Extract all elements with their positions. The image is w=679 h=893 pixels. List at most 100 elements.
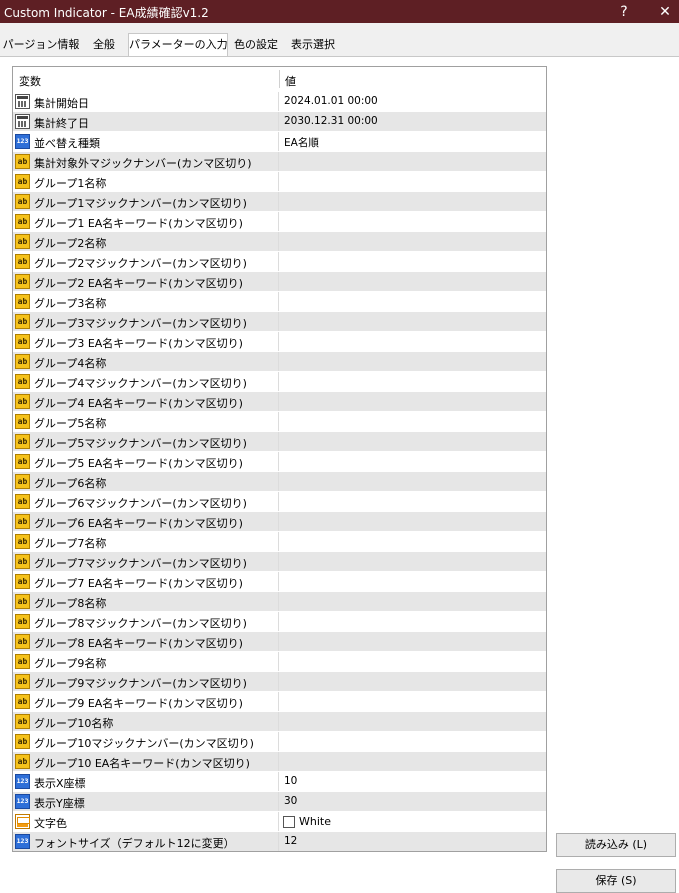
parameter-name-cell[interactable]: ab 集計対象外マジックナンバー(カンマ区切り) bbox=[13, 152, 279, 171]
parameter-name-cell[interactable]: ab グループ9名称 bbox=[13, 652, 279, 671]
parameter-row[interactable]: ab グループ2マジックナンバー(カンマ区切り) bbox=[13, 251, 546, 271]
parameter-row[interactable]: ab グループ10 EA名キーワード(カンマ区切り) bbox=[13, 751, 546, 771]
parameter-row[interactable]: ab グループ9名称 bbox=[13, 651, 546, 671]
parameter-name-cell[interactable]: 123 表示X座標 bbox=[13, 772, 279, 791]
parameter-value-cell[interactable] bbox=[280, 292, 546, 311]
parameter-row[interactable]: ab グループ6名称 bbox=[13, 471, 546, 491]
parameter-name-cell[interactable]: ab グループ7マジックナンバー(カンマ区切り) bbox=[13, 552, 279, 571]
parameter-value-cell[interactable] bbox=[280, 632, 546, 651]
parameter-value-cell[interactable] bbox=[280, 452, 546, 471]
parameter-row[interactable]: 123 表示Y座標 30 bbox=[13, 791, 546, 811]
parameter-value-cell[interactable] bbox=[280, 612, 546, 631]
parameter-value-cell[interactable] bbox=[280, 472, 546, 491]
parameter-value-cell[interactable] bbox=[280, 532, 546, 551]
parameter-value-cell[interactable] bbox=[280, 552, 546, 571]
parameter-value-cell[interactable] bbox=[280, 192, 546, 211]
parameter-value-cell[interactable] bbox=[280, 392, 546, 411]
parameter-row[interactable]: ab グループ4マジックナンバー(カンマ区切り) bbox=[13, 371, 546, 391]
parameter-row[interactable]: ab グループ3マジックナンバー(カンマ区切り) bbox=[13, 311, 546, 331]
parameter-row[interactable]: ab 集計対象外マジックナンバー(カンマ区切り) bbox=[13, 151, 546, 171]
parameter-value-cell[interactable] bbox=[280, 372, 546, 391]
parameter-name-cell[interactable]: ab グループ2マジックナンバー(カンマ区切り) bbox=[13, 252, 279, 271]
parameter-row[interactable]: ab グループ9マジックナンバー(カンマ区切り) bbox=[13, 671, 546, 691]
parameter-name-cell[interactable]: ab グループ7 EA名キーワード(カンマ区切り) bbox=[13, 572, 279, 591]
parameter-value-cell[interactable] bbox=[280, 572, 546, 591]
parameter-name-cell[interactable]: ab グループ5 EA名キーワード(カンマ区切り) bbox=[13, 452, 279, 471]
parameter-value-cell[interactable]: 12 bbox=[280, 832, 546, 851]
parameter-value-cell[interactable] bbox=[280, 352, 546, 371]
parameter-row[interactable]: ab グループ7マジックナンバー(カンマ区切り) bbox=[13, 551, 546, 571]
parameter-row[interactable]: ab グループ2 EA名キーワード(カンマ区切り) bbox=[13, 271, 546, 291]
parameter-name-cell[interactable]: ab グループ2 EA名キーワード(カンマ区切り) bbox=[13, 272, 279, 291]
parameter-row[interactable]: ab グループ10名称 bbox=[13, 711, 546, 731]
parameter-value-cell[interactable] bbox=[280, 752, 546, 771]
color-swatch[interactable] bbox=[283, 816, 295, 828]
parameter-row[interactable]: 文字色 White bbox=[13, 811, 546, 831]
parameter-row[interactable]: ab グループ3名称 bbox=[13, 291, 546, 311]
parameter-row[interactable]: ab グループ1マジックナンバー(カンマ区切り) bbox=[13, 191, 546, 211]
tab-parameters[interactable]: パラメーターの入力 bbox=[128, 33, 228, 56]
tab-display-select[interactable]: 表示選択 bbox=[284, 35, 342, 56]
parameter-value-cell[interactable]: EA名順 bbox=[280, 132, 546, 151]
parameter-row[interactable]: 集計開始日 2024.01.01 00:00 bbox=[13, 91, 546, 111]
parameter-row[interactable]: ab グループ5名称 bbox=[13, 411, 546, 431]
parameter-name-cell[interactable]: ab グループ4 EA名キーワード(カンマ区切り) bbox=[13, 392, 279, 411]
parameter-value-cell[interactable] bbox=[280, 332, 546, 351]
parameter-row[interactable]: ab グループ8 EA名キーワード(カンマ区切り) bbox=[13, 631, 546, 651]
parameter-value-cell[interactable] bbox=[280, 592, 546, 611]
help-button[interactable]: ? bbox=[604, 0, 644, 23]
load-button[interactable]: 読み込み (L) bbox=[556, 833, 676, 857]
parameter-name-cell[interactable]: ab グループ8マジックナンバー(カンマ区切り) bbox=[13, 612, 279, 631]
parameter-row[interactable]: ab グループ6 EA名キーワード(カンマ区切り) bbox=[13, 511, 546, 531]
parameter-name-cell[interactable]: 集計開始日 bbox=[13, 92, 279, 111]
parameter-row[interactable]: ab グループ10マジックナンバー(カンマ区切り) bbox=[13, 731, 546, 751]
parameter-name-cell[interactable]: ab グループ3 EA名キーワード(カンマ区切り) bbox=[13, 332, 279, 351]
parameter-name-cell[interactable]: ab グループ5名称 bbox=[13, 412, 279, 431]
parameter-name-cell[interactable]: ab グループ3名称 bbox=[13, 292, 279, 311]
parameter-value-cell[interactable] bbox=[280, 272, 546, 291]
parameter-value-cell[interactable] bbox=[280, 172, 546, 191]
parameter-row[interactable]: ab グループ4名称 bbox=[13, 351, 546, 371]
tab-colors[interactable]: 色の設定 bbox=[228, 35, 284, 56]
parameter-name-cell[interactable]: ab グループ1名称 bbox=[13, 172, 279, 191]
parameter-row[interactable]: 123 フォントサイズ（デフォルト12に変更） 12 bbox=[13, 831, 546, 851]
parameter-name-cell[interactable]: ab グループ3マジックナンバー(カンマ区切り) bbox=[13, 312, 279, 331]
parameter-value-cell[interactable]: 30 bbox=[280, 792, 546, 811]
parameter-row[interactable]: ab グループ6マジックナンバー(カンマ区切り) bbox=[13, 491, 546, 511]
parameter-row[interactable]: ab グループ1 EA名キーワード(カンマ区切り) bbox=[13, 211, 546, 231]
parameter-value-cell[interactable]: 10 bbox=[280, 772, 546, 791]
parameter-value-cell[interactable] bbox=[280, 152, 546, 171]
parameter-name-cell[interactable]: ab グループ4名称 bbox=[13, 352, 279, 371]
parameter-name-cell[interactable]: 123 フォントサイズ（デフォルト12に変更） bbox=[13, 832, 279, 851]
parameter-name-cell[interactable]: ab グループ8名称 bbox=[13, 592, 279, 611]
parameter-row[interactable]: ab グループ3 EA名キーワード(カンマ区切り) bbox=[13, 331, 546, 351]
parameter-value-cell[interactable] bbox=[280, 692, 546, 711]
parameter-value-cell[interactable] bbox=[280, 312, 546, 331]
parameter-row[interactable]: ab グループ7名称 bbox=[13, 531, 546, 551]
parameter-row[interactable]: 集計終了日 2030.12.31 00:00 bbox=[13, 111, 546, 131]
parameter-value-cell[interactable] bbox=[280, 512, 546, 531]
parameter-row[interactable]: 123 並べ替え種類 EA名順 bbox=[13, 131, 546, 151]
parameter-row[interactable]: ab グループ7 EA名キーワード(カンマ区切り) bbox=[13, 571, 546, 591]
column-divider[interactable] bbox=[279, 70, 280, 88]
parameter-name-cell[interactable]: ab グループ2名称 bbox=[13, 232, 279, 251]
parameter-value-cell[interactable] bbox=[280, 412, 546, 431]
parameter-value-cell[interactable]: White bbox=[280, 812, 546, 831]
close-button[interactable]: ✕ bbox=[645, 0, 679, 23]
parameter-name-cell[interactable]: ab グループ6マジックナンバー(カンマ区切り) bbox=[13, 492, 279, 511]
parameter-value-cell[interactable] bbox=[280, 652, 546, 671]
parameter-row[interactable]: ab グループ8マジックナンバー(カンマ区切り) bbox=[13, 611, 546, 631]
parameter-value-cell[interactable] bbox=[280, 212, 546, 231]
parameter-row[interactable]: ab グループ1名称 bbox=[13, 171, 546, 191]
tab-general[interactable]: 全般 bbox=[80, 35, 128, 56]
parameter-name-cell[interactable]: ab グループ1 EA名キーワード(カンマ区切り) bbox=[13, 212, 279, 231]
parameter-name-cell[interactable]: ab グループ10 EA名キーワード(カンマ区切り) bbox=[13, 752, 279, 771]
parameter-name-cell[interactable]: ab グループ7名称 bbox=[13, 532, 279, 551]
parameter-name-cell[interactable]: 文字色 bbox=[13, 812, 279, 831]
parameter-value-cell[interactable] bbox=[280, 672, 546, 691]
parameter-name-cell[interactable]: 123 並べ替え種類 bbox=[13, 132, 279, 151]
parameter-name-cell[interactable]: ab グループ6名称 bbox=[13, 472, 279, 491]
parameter-value-cell[interactable]: 2024.01.01 00:00 bbox=[280, 92, 546, 111]
parameter-name-cell[interactable]: ab グループ9マジックナンバー(カンマ区切り) bbox=[13, 672, 279, 691]
parameter-name-cell[interactable]: ab グループ9 EA名キーワード(カンマ区切り) bbox=[13, 692, 279, 711]
